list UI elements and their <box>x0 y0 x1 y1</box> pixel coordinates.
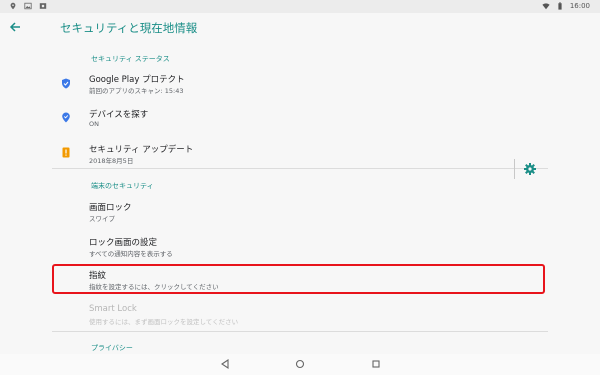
photo-icon <box>39 3 47 9</box>
item-title: ロック画面の設定 <box>89 238 158 248</box>
divider <box>52 168 548 169</box>
app-bar: セキュリティと現在地情報 <box>0 13 600 41</box>
list-item-play-protect[interactable]: Google Play プロテクト 前回のアプリのスキャン: 15:43 <box>52 68 548 97</box>
list-item-fingerprint[interactable]: 指紋 指紋を設定するには、クリックしてください <box>52 264 548 294</box>
status-time: 16:00 <box>569 2 590 10</box>
home-circle-icon[interactable] <box>294 358 306 370</box>
vertical-separator <box>514 159 515 179</box>
list-item-lock-screen-settings[interactable]: ロック画面の設定 すべての通知内容を表示する <box>52 231 548 261</box>
item-title: セキュリティ アップデート <box>89 145 194 155</box>
status-right: 16:00 <box>542 2 590 10</box>
section-header-privacy: プライバシー <box>91 344 133 352</box>
item-title: Smart Lock <box>89 304 137 314</box>
location-pin-icon <box>62 112 70 123</box>
item-subtitle: すべての通知内容を表示する <box>89 250 173 258</box>
gear-icon[interactable] <box>524 163 536 175</box>
section-header-device-security: 端末のセキュリティ <box>91 182 154 190</box>
settings-list: セキュリティ ステータス Google Play プロテクト 前回のアプリのスキ… <box>0 41 600 354</box>
item-subtitle: 2018年8月5日 <box>89 157 134 165</box>
item-title: 指紋 <box>89 271 107 281</box>
navigation-bar <box>0 354 600 375</box>
list-item-find-device[interactable]: デバイスを探す ON <box>52 103 548 132</box>
list-item-security-update[interactable]: セキュリティ アップデート 2018年8月5日 <box>52 138 548 168</box>
item-subtitle: 使用するには、まず画面ロックを設定してください <box>89 318 239 326</box>
list-item-smart-lock: Smart Lock 使用するには、まず画面ロックを設定してください <box>52 299 548 329</box>
arrow-left-icon[interactable] <box>8 20 22 34</box>
status-left-icons <box>9 2 47 10</box>
section-header-security-status: セキュリティ ステータス <box>91 55 170 63</box>
item-subtitle: 指紋を設定するには、クリックしてください <box>89 283 219 291</box>
status-bar: 16:00 <box>0 0 600 13</box>
divider <box>52 331 548 332</box>
item-subtitle: スワイプ <box>89 215 115 223</box>
page-title: セキュリティと現在地情報 <box>60 21 198 35</box>
phone-update-icon <box>62 147 70 158</box>
image-icon <box>24 2 32 10</box>
back-triangle-icon[interactable] <box>219 358 231 370</box>
item-subtitle: ON <box>89 120 99 128</box>
shield-check-icon <box>62 78 70 89</box>
wifi-icon <box>542 3 550 10</box>
list-item-screen-lock[interactable]: 画面ロック スワイプ <box>52 196 507 226</box>
battery-icon <box>558 2 562 10</box>
item-subtitle: 前回のアプリのスキャン: 15:43 <box>89 87 184 95</box>
recents-square-icon[interactable] <box>370 358 382 370</box>
location-icon <box>10 2 16 10</box>
item-title: 画面ロック <box>89 203 132 213</box>
item-title: デバイスを探す <box>89 110 149 120</box>
item-title: Google Play プロテクト <box>89 75 185 85</box>
